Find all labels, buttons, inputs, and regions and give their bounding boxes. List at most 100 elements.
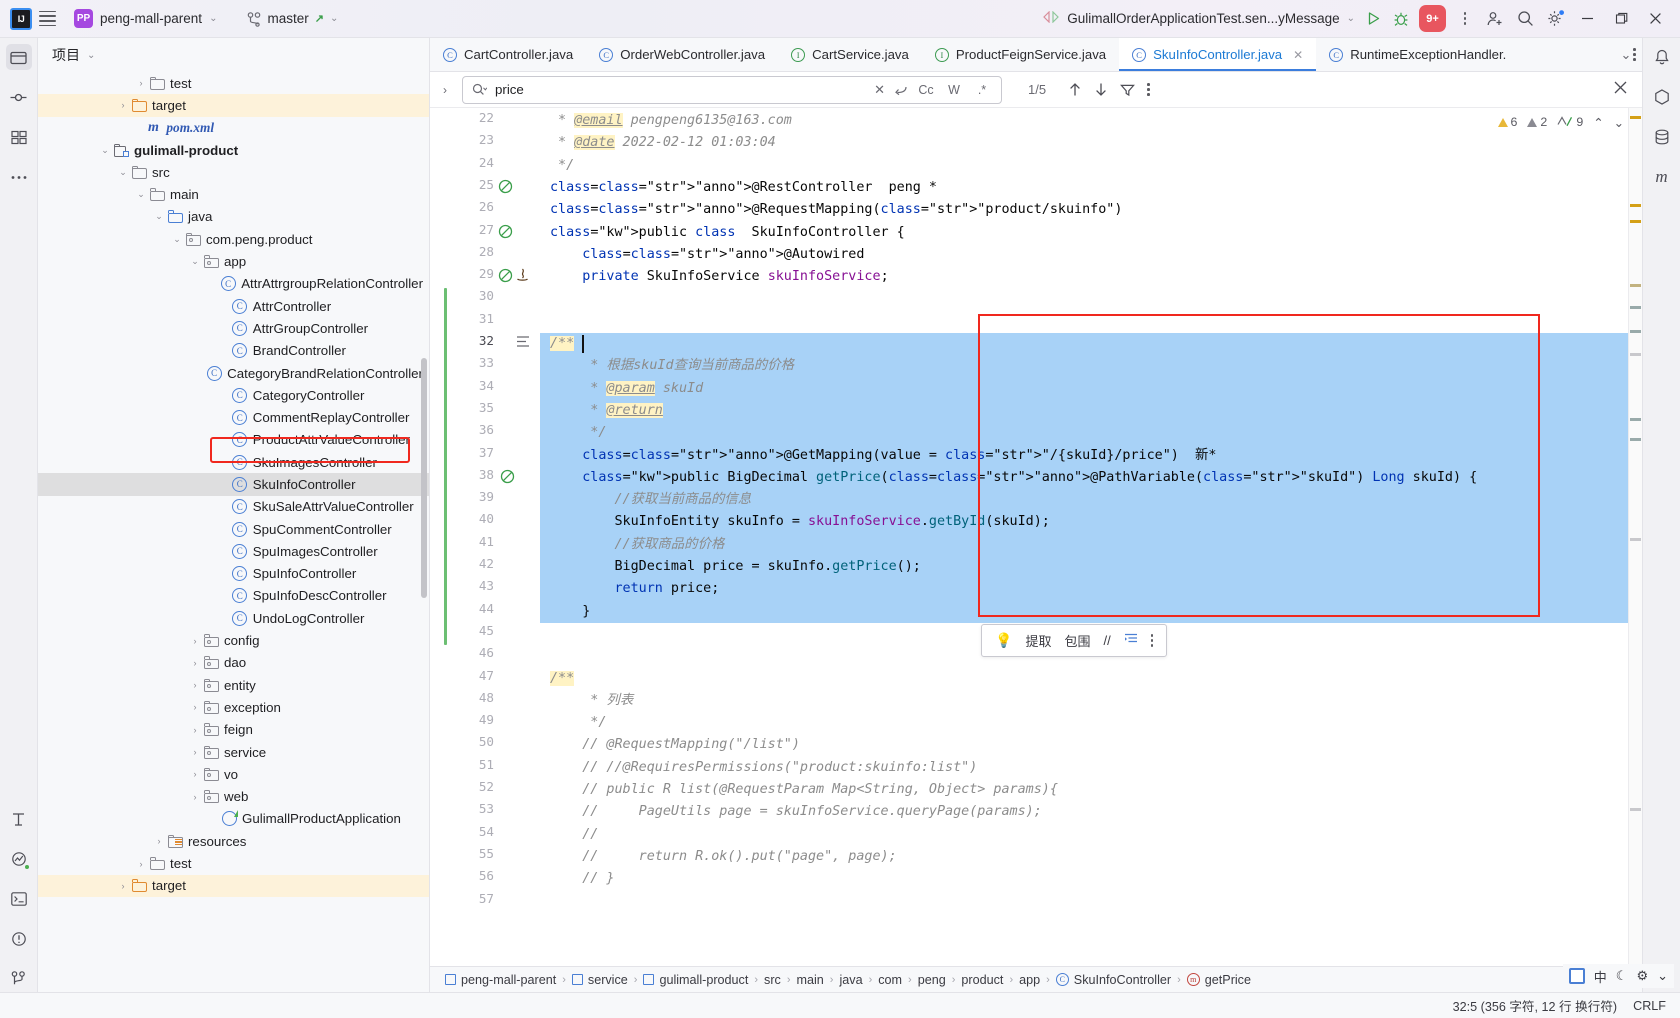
search-input[interactable] <box>495 82 867 97</box>
clear-search-icon[interactable]: ✕ <box>874 82 885 98</box>
ime-moon-icon[interactable]: ☾ <box>1616 968 1628 984</box>
breadcrumb-item-com[interactable]: com <box>873 973 907 987</box>
weak-warning-count-item[interactable]: 2 <box>1527 115 1547 129</box>
tree-node-config[interactable]: › config <box>38 629 429 651</box>
intention-indent-icon[interactable] <box>1124 633 1138 648</box>
project-scrollbar[interactable] <box>421 358 427 598</box>
breadcrumb-item-skuinfocontroller[interactable]: C SkuInfoController <box>1051 973 1176 987</box>
breadcrumb-item-gulimall-product[interactable]: gulimall-product <box>638 973 753 987</box>
main-menu-burger-icon[interactable] <box>32 5 62 33</box>
project-widget[interactable]: PP peng-mall-parent ⌄ <box>68 6 223 31</box>
tree-node-test[interactable]: › test <box>38 852 429 874</box>
terminal-tool-icon[interactable] <box>6 886 32 912</box>
preserve-case-icon[interactable] <box>893 83 908 96</box>
breadcrumb-item-service[interactable]: service <box>567 973 633 987</box>
search-dropdown-icon[interactable] <box>472 83 487 96</box>
close-icon[interactable] <box>1638 4 1672 34</box>
next-match-icon[interactable] <box>1094 82 1108 97</box>
editor-gutter[interactable]: 22 23 24 25 26 27 28 29 30 31 32 33 34 35 36 37 38 39 40 41… <box>430 108 540 966</box>
chevron-right-icon[interactable]: › <box>152 836 166 846</box>
services-badge-button[interactable]: 9+ <box>1419 5 1446 32</box>
ime-more-icon[interactable]: ⌄ <box>1657 968 1668 984</box>
notifications-m-icon[interactable]: m <box>1649 164 1675 190</box>
chevron-right-icon[interactable]: › <box>116 881 130 891</box>
spring-bean-gutter-icon[interactable] <box>498 179 513 197</box>
editor-tabs[interactable]: C CartController.java C OrderWebController.… <box>430 38 1642 72</box>
tree-node-exception[interactable]: › exception <box>38 696 429 718</box>
breadcrumb-item-getprice[interactable]: m getPrice <box>1182 973 1256 987</box>
tree-node-brandcontroller[interactable]: C BrandController <box>38 340 429 362</box>
run-button[interactable] <box>1359 6 1387 32</box>
chevron-down-icon[interactable]: ⌄ <box>152 211 166 222</box>
chevron-right-icon[interactable]: › <box>188 658 202 668</box>
breadcrumb-item-peng[interactable]: peng <box>913 973 951 987</box>
breadcrumb[interactable]: peng-mall-parent › service › gulimall-produc… <box>430 966 1642 992</box>
code-viewport[interactable]: 22 23 24 25 26 27 28 29 30 31 32 33 34 35 36 37 38 39 40 41… <box>430 108 1642 966</box>
tabs-overflow-icon[interactable]: ⌄ <box>1621 47 1632 63</box>
search-input-wrapper[interactable]: ✕ Cc W .* <box>462 75 1002 104</box>
chevron-right-icon[interactable]: › <box>188 769 202 779</box>
inspection-widget[interactable]: 6 2 9 ⌃ ⌄ <box>1497 108 1624 136</box>
tab-runtimeexceptionhandler.[interactable]: C RuntimeExceptionHandler. <box>1316 38 1519 71</box>
chevron-down-icon[interactable]: ⌄ <box>170 234 184 245</box>
tree-node-spucommentcontroller[interactable]: C SpuCommentController <box>38 518 429 540</box>
tree-node-undologcontroller[interactable]: C UndoLogController <box>38 607 429 629</box>
chevron-right-icon[interactable]: › <box>134 859 148 869</box>
tree-node-target[interactable]: › target <box>38 874 429 897</box>
breadcrumb-item-product[interactable]: product <box>956 973 1008 987</box>
search-icon[interactable] <box>1510 5 1540 33</box>
intention-more-icon[interactable] <box>1150 634 1154 647</box>
tree-node-resources[interactable]: › resources <box>38 830 429 852</box>
tree-node-categorycontroller[interactable]: C CategoryController <box>38 384 429 406</box>
collapse-inspection-icon[interactable]: ⌃ <box>1593 115 1603 130</box>
words-toggle[interactable]: W <box>944 80 964 100</box>
intention-extract[interactable]: 提取 <box>1025 631 1051 650</box>
regex-toggle[interactable]: .* <box>972 80 992 100</box>
tree-node-attrgroupcontroller[interactable]: C AttrGroupController <box>38 317 429 339</box>
tree-node-entity[interactable]: › entity <box>38 674 429 696</box>
tree-node-pom-xml[interactable]: m pom.xml <box>38 117 429 139</box>
tree-node-test[interactable]: › test <box>38 72 429 94</box>
run-configuration-widget[interactable]: GulimallOrderApplicationTest.sen...yMess… <box>1042 10 1355 26</box>
structure-bottom-icon[interactable] <box>6 806 32 832</box>
database-tool-icon[interactable] <box>6 846 32 872</box>
tree-node-vo[interactable]: › vo <box>38 763 429 785</box>
more-tools-icon[interactable] <box>6 164 32 190</box>
tree-node-spuinfodesccontroller[interactable]: C SpuInfoDescController <box>38 585 429 607</box>
breadcrumb-item-main[interactable]: main <box>792 973 829 987</box>
tabs-more-icon[interactable] <box>1633 48 1636 61</box>
tree-node-com-peng-product[interactable]: ⌄ com.peng.product <box>38 228 429 250</box>
maven-tool-icon[interactable] <box>1649 84 1675 110</box>
chevron-right-icon[interactable]: › <box>188 680 202 690</box>
fold-gutter-icon[interactable] <box>516 335 530 351</box>
chevron-down-icon[interactable]: ⌄ <box>98 145 112 156</box>
close-find-icon[interactable] <box>1613 80 1628 100</box>
tree-node-commentreplaycontroller[interactable]: C CommentReplayController <box>38 406 429 428</box>
chevron-right-icon[interactable]: › <box>188 725 202 735</box>
project-tool-icon[interactable] <box>5 44 32 70</box>
chevron-right-icon[interactable]: › <box>188 702 202 712</box>
add-user-icon[interactable] <box>1480 5 1510 33</box>
filter-icon[interactable] <box>1120 83 1136 97</box>
chevron-right-icon[interactable]: › <box>188 747 202 757</box>
java-bean-gutter-icon[interactable] <box>516 268 529 286</box>
tree-node-attrcontroller[interactable]: C AttrController <box>38 295 429 317</box>
intention-comment-icon[interactable]: // <box>1103 633 1110 648</box>
caret-position[interactable]: 32:5 (356 字符, 12 行 换行符) <box>1453 996 1617 1015</box>
prev-match-icon[interactable] <box>1068 82 1082 97</box>
settings-gear-icon[interactable] <box>1540 5 1570 33</box>
minimize-icon[interactable] <box>1570 4 1604 34</box>
tree-node-attrattrgrouprelationcontroller[interactable]: C AttrAttrgroupRelationController <box>38 273 429 295</box>
tree-node-spuinfocontroller[interactable]: C SpuInfoController <box>38 563 429 585</box>
ime-settings-icon[interactable]: ⚙ <box>1636 968 1648 984</box>
tree-node-dao[interactable]: › dao <box>38 652 429 674</box>
tab-cartservice[interactable]: I CartService.java <box>778 38 922 71</box>
tab-productfeignservice[interactable]: I ProductFeignService.java <box>922 38 1119 71</box>
ime-language[interactable]: 中 <box>1594 967 1607 986</box>
project-tree[interactable]: › test › target m pom.xml ⌄ gulimall-product ⌄ sr… <box>38 72 429 992</box>
database-right-icon[interactable] <box>1649 124 1675 150</box>
spring-bean-gutter-icon[interactable] <box>498 268 513 286</box>
commit-tool-icon[interactable] <box>6 84 32 110</box>
expand-find-icon[interactable]: › <box>434 83 456 97</box>
chevron-right-icon[interactable]: › <box>188 636 202 646</box>
